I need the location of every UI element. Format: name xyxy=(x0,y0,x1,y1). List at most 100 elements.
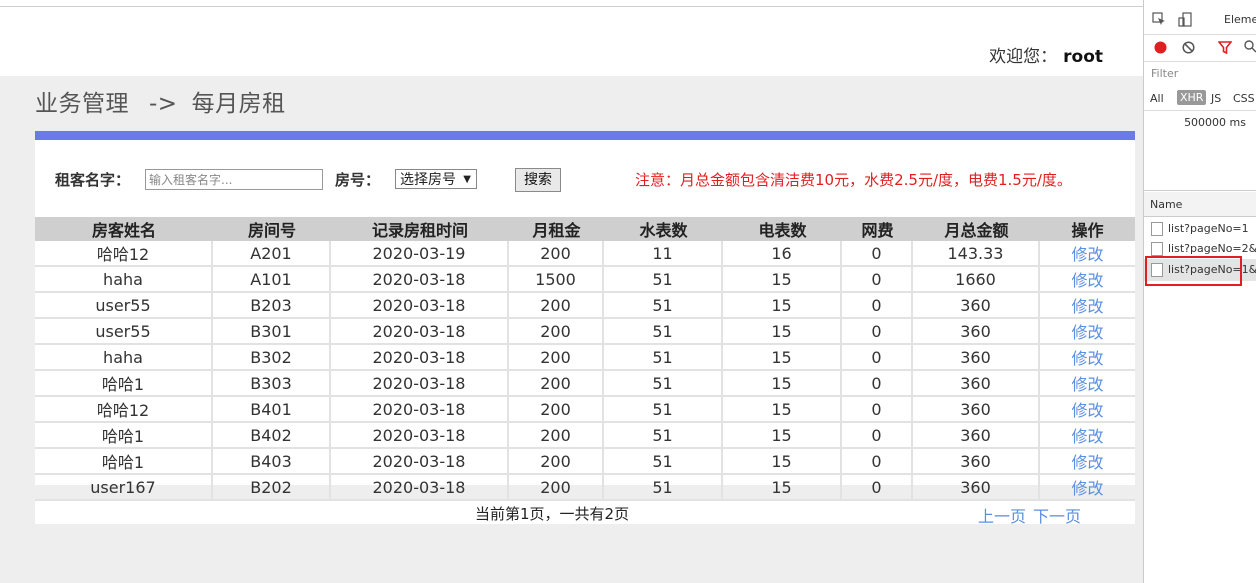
panel-accent-bar xyxy=(35,131,1135,140)
cell-edit-link[interactable]: 修改 xyxy=(1040,319,1135,345)
cell-room-no: B401 xyxy=(213,397,331,423)
cell-tenant-name: 哈哈1 xyxy=(35,449,213,475)
search-button[interactable]: 搜索 xyxy=(515,168,561,192)
tenant-name-input[interactable] xyxy=(145,169,323,190)
cell-electric-meter: 15 xyxy=(723,319,842,345)
cell-monthly-rent: 1500 xyxy=(509,267,604,293)
cell-monthly-total: 360 xyxy=(913,371,1040,397)
clear-icon[interactable] xyxy=(1182,41,1195,58)
cell-edit-link[interactable]: 修改 xyxy=(1040,423,1135,449)
cell-monthly-total: 360 xyxy=(913,293,1040,319)
breadcrumb-arrow: -> xyxy=(149,91,178,117)
type-js[interactable]: JS xyxy=(1211,92,1221,105)
cell-water-meter: 11 xyxy=(604,241,723,267)
tab-elements[interactable]: Eleme xyxy=(1224,13,1256,26)
table-row: 哈哈1 B403 2020-03-18 200 51 15 0 360 修改 xyxy=(35,449,1135,475)
cell-edit-link[interactable]: 修改 xyxy=(1040,267,1135,293)
cell-monthly-rent: 200 xyxy=(509,475,604,501)
name-header-label: Name xyxy=(1150,198,1183,211)
cell-tenant-name: user55 xyxy=(35,293,213,319)
type-xhr[interactable]: XHR xyxy=(1177,90,1207,105)
cell-internet-fee: 0 xyxy=(842,397,913,423)
table-row: 哈哈1 B303 2020-03-18 200 51 15 0 360 修改 xyxy=(35,371,1135,397)
inspect-element-icon[interactable] xyxy=(1152,12,1166,30)
cell-room-no: B302 xyxy=(213,345,331,371)
cell-monthly-total: 143.33 xyxy=(913,241,1040,267)
request-checkbox-icon xyxy=(1151,222,1163,236)
type-css[interactable]: CSS xyxy=(1233,92,1255,105)
table-row: haha A101 2020-03-18 1500 51 15 0 1660 修改 xyxy=(35,267,1135,293)
col-monthly-rent: 月租金 xyxy=(509,217,604,241)
page-info: 当前第1页，一共有2页 xyxy=(475,505,630,523)
prev-page-link[interactable]: 上一页 xyxy=(978,503,1026,527)
cell-monthly-rent: 200 xyxy=(509,241,604,267)
cell-edit-link[interactable]: 修改 xyxy=(1040,397,1135,423)
requests-name-header[interactable]: Name xyxy=(1144,192,1256,217)
devtools-filter-input[interactable]: Filter xyxy=(1151,67,1178,80)
filter-icon[interactable] xyxy=(1217,41,1233,58)
device-toggle-icon[interactable] xyxy=(1178,12,1192,31)
pagination: 当前第1页，一共有2页 上一页 下一页 xyxy=(35,501,1135,527)
cell-room-no: B303 xyxy=(213,371,331,397)
col-room-no: 房间号 xyxy=(213,217,331,241)
cell-tenant-name: 哈哈1 xyxy=(35,371,213,397)
cell-record-time: 2020-03-18 xyxy=(331,267,509,293)
cell-record-time: 2020-03-18 xyxy=(331,345,509,371)
cell-edit-link[interactable]: 修改 xyxy=(1040,241,1135,267)
cell-edit-link[interactable]: 修改 xyxy=(1040,345,1135,371)
rent-table: 房客姓名 房间号 记录房租时间 月租金 水表数 电表数 网费 月总金额 操作 哈… xyxy=(35,217,1135,501)
table-row: user55 B301 2020-03-18 200 51 15 0 360 修改 xyxy=(35,319,1135,345)
cell-monthly-rent: 200 xyxy=(509,397,604,423)
devtools-toolbar: Eleme xyxy=(1144,7,1256,35)
cell-edit-link[interactable]: 修改 xyxy=(1040,293,1135,319)
cell-water-meter: 51 xyxy=(604,423,723,449)
request-name: list?pageNo=2& xyxy=(1168,242,1256,255)
cell-water-meter: 51 xyxy=(604,319,723,345)
cell-record-time: 2020-03-18 xyxy=(331,293,509,319)
cell-tenant-name: user167 xyxy=(35,475,213,501)
cell-water-meter: 51 xyxy=(604,293,723,319)
room-select[interactable]: 选择房号 ▼ xyxy=(395,169,477,189)
cell-water-meter: 51 xyxy=(604,371,723,397)
cell-tenant-name: 哈哈1 xyxy=(35,423,213,449)
fee-notice: 注意：月总金额包含清洁费10元，水费2.5元/度，电费1.5元/度。 xyxy=(635,171,1072,189)
cell-monthly-total: 360 xyxy=(913,449,1040,475)
welcome-text: 欢迎您： root xyxy=(989,42,1103,67)
cell-internet-fee: 0 xyxy=(842,475,913,501)
welcome-label: 欢迎您： xyxy=(989,47,1058,67)
cell-internet-fee: 0 xyxy=(842,293,913,319)
table-header-row: 房客姓名 房间号 记录房租时间 月租金 水表数 电表数 网费 月总金额 操作 xyxy=(35,217,1135,241)
col-water-meter: 水表数 xyxy=(604,217,723,241)
cell-record-time: 2020-03-18 xyxy=(331,475,509,501)
cell-monthly-rent: 200 xyxy=(509,293,604,319)
cell-water-meter: 51 xyxy=(604,449,723,475)
cell-edit-link[interactable]: 修改 xyxy=(1040,371,1135,397)
cell-room-no: A101 xyxy=(213,267,331,293)
search-icon[interactable] xyxy=(1244,40,1256,58)
col-tenant-name: 房客姓名 xyxy=(35,217,213,241)
cell-internet-fee: 0 xyxy=(842,345,913,371)
cell-electric-meter: 15 xyxy=(723,345,842,371)
cell-tenant-name: haha xyxy=(35,267,213,293)
cell-monthly-rent: 200 xyxy=(509,319,604,345)
cell-electric-meter: 15 xyxy=(723,397,842,423)
request-row[interactable]: list?pageNo=1 xyxy=(1144,218,1256,240)
table-row: 哈哈12 A201 2020-03-19 200 11 16 0 143.33 修改 xyxy=(35,241,1135,267)
record-icon[interactable] xyxy=(1154,41,1167,58)
table-row: 哈哈1 B402 2020-03-18 200 51 15 0 360 修改 xyxy=(35,423,1135,449)
cell-record-time: 2020-03-18 xyxy=(331,423,509,449)
top-header: 欢迎您： root xyxy=(0,7,1143,76)
web-app: 欢迎您：root 业务管理 -> 每月房租 租客名字： 房号： 选择房号 ▼ 搜索 … xyxy=(0,0,1143,583)
breadcrumb-section: 业务管理 xyxy=(35,91,129,117)
room-label: 房号： xyxy=(335,171,381,189)
cell-room-no: B203 xyxy=(213,293,331,319)
cell-edit-link[interactable]: 修改 xyxy=(1040,449,1135,475)
col-record-time: 记录房租时间 xyxy=(331,217,509,241)
cell-edit-link[interactable]: 修改 xyxy=(1040,475,1135,501)
next-page-link[interactable]: 下一页 xyxy=(1033,503,1081,527)
type-all[interactable]: All xyxy=(1150,92,1164,105)
table-row: user167 B202 2020-03-18 200 51 15 0 360 修改 xyxy=(35,475,1135,501)
network-toolbar xyxy=(1144,35,1256,62)
cell-internet-fee: 0 xyxy=(842,267,913,293)
cell-monthly-rent: 200 xyxy=(509,423,604,449)
